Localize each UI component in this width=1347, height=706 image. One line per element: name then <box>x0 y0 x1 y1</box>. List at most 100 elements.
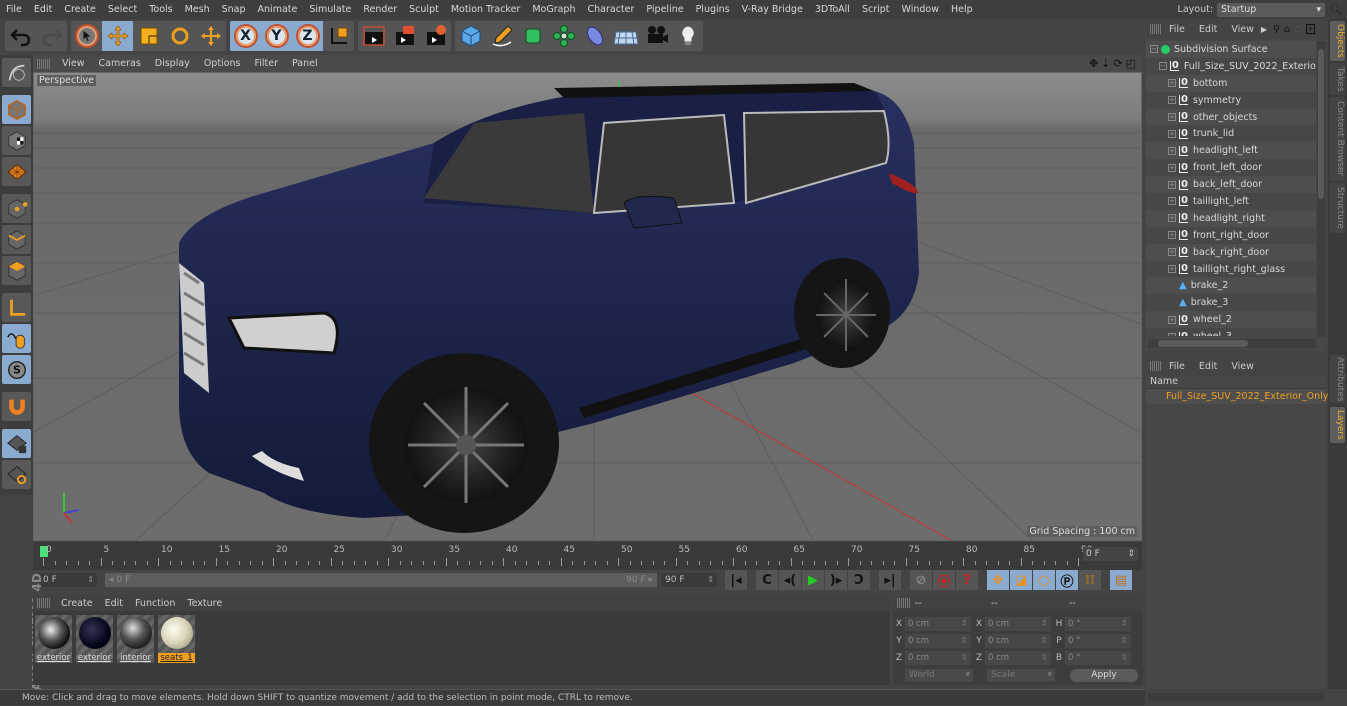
viewport-menu-cameras[interactable]: Cameras <box>92 58 148 69</box>
record-active-objects-button[interactable]: ⊘ <box>910 570 932 590</box>
maximize-view-icon[interactable]: ◰ <box>1126 57 1136 70</box>
bookmark-icon[interactable]: ⬭ <box>1294 24 1302 35</box>
menu-3dtoall[interactable]: 3DToAll <box>809 4 856 15</box>
move-icon[interactable] <box>102 21 133 51</box>
keyframe-selection-button[interactable]: ? <box>956 570 978 590</box>
record-rotation-button[interactable]: ○ <box>1033 570 1055 590</box>
next-key-button[interactable]: Ͻ <box>848 570 870 590</box>
object-row[interactable]: − Subdivision Surface <box>1146 41 1316 58</box>
object-row[interactable]: −0 Full_Size_SUV_2022_Exterior_Only <box>1146 58 1316 75</box>
camera-label[interactable]: Perspective <box>37 75 97 86</box>
object-row[interactable]: +0 front_right_door <box>1146 227 1316 244</box>
menu-select[interactable]: Select <box>102 4 143 15</box>
material-swatch-selected[interactable]: seats_1 <box>158 615 195 663</box>
camera-icon[interactable] <box>641 21 672 51</box>
object-horizontal-scrollbar[interactable] <box>1148 339 1316 348</box>
menu-render[interactable]: Render <box>357 4 403 15</box>
dolly-icon[interactable]: ⇣ <box>1101 57 1110 70</box>
polygon-mode-icon[interactable] <box>2 256 31 285</box>
z-axis-icon[interactable]: Z <box>292 21 323 51</box>
object-row[interactable]: +0 headlight_left <box>1146 142 1316 160</box>
apply-button[interactable]: Apply <box>1070 669 1138 682</box>
expand-icon[interactable]: + <box>1168 214 1176 223</box>
expand-icon[interactable]: + <box>1168 146 1176 155</box>
record-point-level-button[interactable]: ⁞⁞ <box>1079 570 1101 590</box>
light-icon[interactable] <box>672 21 703 51</box>
rotate-icon[interactable] <box>164 21 195 51</box>
coordinate-field[interactable]: 0 ° ⇕ <box>1065 651 1131 665</box>
frame-range-slider[interactable]: ◂ 0 F 90 F ▸ <box>105 573 657 587</box>
size-mode-dropdown[interactable]: Scale ▾ <box>987 669 1055 682</box>
menu-v-ray-bridge[interactable]: V-Ray Bridge <box>736 4 809 15</box>
menu-sculpt[interactable]: Sculpt <box>403 4 445 15</box>
render-view-icon[interactable] <box>358 21 389 51</box>
record-parameter-button[interactable]: Ⓟ <box>1056 570 1078 590</box>
expand-icon[interactable]: + <box>1168 332 1176 336</box>
menu-animate[interactable]: Animate <box>252 4 304 15</box>
menu-character[interactable]: Character <box>581 4 640 15</box>
material-menu-create[interactable]: Create <box>55 598 99 609</box>
expand-icon[interactable]: + <box>1168 265 1176 274</box>
menu-edit[interactable]: Edit <box>28 4 58 15</box>
menu-motion-tracker[interactable]: Motion Tracker <box>445 4 527 15</box>
object-row[interactable]: +0 symmetry <box>1146 92 1316 109</box>
undo-icon[interactable] <box>5 21 36 51</box>
expand-icon[interactable]: + <box>1168 79 1176 88</box>
menu-create[interactable]: Create <box>58 4 102 15</box>
workplane-lock-icon[interactable] <box>2 429 31 458</box>
viewport-menu-panel[interactable]: Panel <box>285 58 325 69</box>
tab-structure[interactable]: Structure <box>1330 183 1345 233</box>
viewport-menu-display[interactable]: Display <box>148 58 197 69</box>
tab-attributes[interactable]: Attributes <box>1330 355 1345 403</box>
object-row[interactable]: +0 front_left_door <box>1146 159 1316 176</box>
layer-menu-file[interactable]: File <box>1162 361 1192 372</box>
menu-script[interactable]: Script <box>856 4 896 15</box>
menu-snap[interactable]: Snap <box>216 4 252 15</box>
edge-mode-icon[interactable] <box>2 225 31 254</box>
object-row[interactable]: +0 headlight_right <box>1146 209 1316 227</box>
layer-menu-edit[interactable]: Edit <box>1192 361 1224 372</box>
point-mode-icon[interactable] <box>2 194 31 223</box>
coordinate-field[interactable]: 0 ° ⇕ <box>1065 634 1131 648</box>
start-frame-field[interactable]: 0 F ⇕ <box>39 573 97 587</box>
layout-dropdown[interactable]: Startup <box>1217 2 1326 17</box>
next-frame-button[interactable]: )▸ <box>825 570 847 590</box>
object-menu-view[interactable]: View <box>1224 24 1261 35</box>
layer-row[interactable]: Full_Size_SUV_2022_Exterior_Only <box>1146 389 1328 404</box>
menu-window[interactable]: Window <box>896 4 945 15</box>
panel-grip-icon[interactable] <box>897 598 911 608</box>
object-menu-edit[interactable]: Edit <box>1192 24 1224 35</box>
render-picture-viewer-icon[interactable] <box>389 21 420 51</box>
object-row[interactable]: +▲brake_3 <box>1146 294 1316 311</box>
panel-grip-icon[interactable] <box>37 58 51 69</box>
3d-viewport[interactable]: Perspective Grid Spacing : 100 cm <box>33 72 1142 541</box>
go-to-end-button[interactable]: ▸| <box>879 570 901 590</box>
expand-icon[interactable]: + <box>1168 315 1176 324</box>
previous-key-button[interactable]: C <box>756 570 778 590</box>
layer-menu-view[interactable]: View <box>1224 361 1261 372</box>
go-to-start-button[interactable]: |◂ <box>725 570 747 590</box>
expand-icon[interactable]: + <box>1168 231 1176 240</box>
timeline-window-button[interactable]: ▤ <box>1110 570 1132 590</box>
object-row[interactable]: +0 back_left_door <box>1146 176 1316 194</box>
menu-pipeline[interactable]: Pipeline <box>640 4 689 15</box>
expand-icon[interactable]: + <box>1168 96 1176 105</box>
viewport-menu-options[interactable]: Options <box>197 58 248 69</box>
record-scale-button[interactable]: ◪ <box>1010 570 1032 590</box>
object-row[interactable]: +0 wheel_2 <box>1146 311 1316 329</box>
coordinate-field[interactable]: 0 ° ⇕ <box>1065 617 1131 631</box>
workplane-icon[interactable] <box>2 157 31 186</box>
previous-frame-button[interactable]: ◂( <box>779 570 801 590</box>
object-row[interactable]: +0 trunk_lid <box>1146 125 1316 142</box>
home-icon[interactable]: ⌂ <box>1284 24 1290 35</box>
coordinate-field[interactable]: 0 cm ⇕ <box>905 617 971 631</box>
material-swatch[interactable]: exterior <box>76 615 113 663</box>
tab-layers[interactable]: Layers <box>1330 407 1345 443</box>
deformer-icon[interactable] <box>579 21 610 51</box>
more-arrow-icon[interactable]: ▶ <box>1261 25 1267 34</box>
expand-icon[interactable]: + <box>1168 163 1176 172</box>
object-row[interactable]: +0 back_right_door <box>1146 243 1316 261</box>
object-row[interactable]: +▲brake_2 <box>1146 277 1316 295</box>
menu-mograph[interactable]: MoGraph <box>526 4 581 15</box>
menu-help[interactable]: Help <box>945 4 979 15</box>
